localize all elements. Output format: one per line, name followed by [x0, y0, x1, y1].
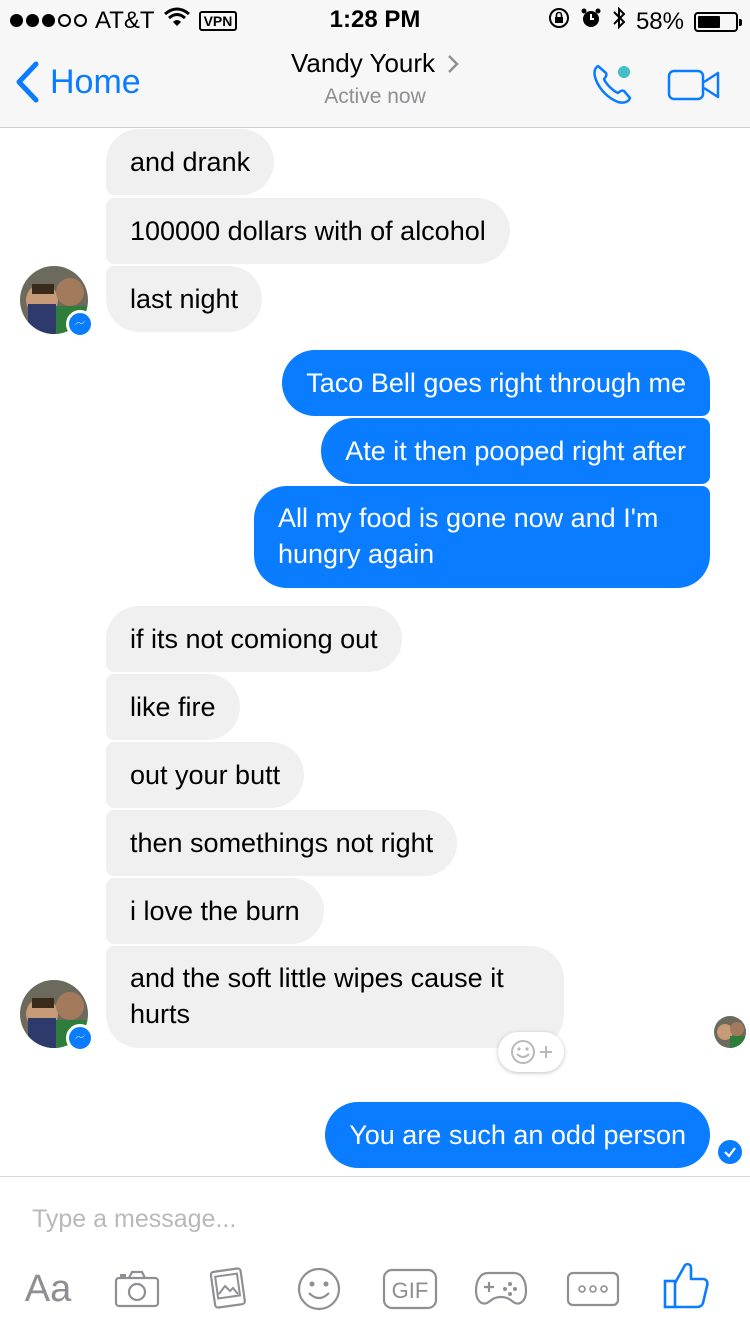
message-bubble-received[interactable]: out your butt	[106, 742, 305, 808]
message-bubble-received[interactable]: 100000 dollars with of alcohol	[106, 198, 510, 264]
camera-icon	[114, 1270, 160, 1308]
gif-label: GIF	[392, 1278, 429, 1303]
more-button[interactable]	[566, 1265, 620, 1313]
orientation-lock-icon	[548, 7, 570, 36]
message-bubble-received[interactable]: and the soft little wipes cause it hurts	[106, 946, 564, 1048]
message-bubble-sent[interactable]: Ate it then pooped right after	[321, 418, 710, 484]
gif-button[interactable]: GIF	[382, 1265, 438, 1313]
message-bubble-sent[interactable]: Taco Bell goes right through me	[282, 350, 710, 416]
games-button[interactable]	[474, 1265, 528, 1313]
message-bubble-received[interactable]: i love the burn	[106, 878, 324, 944]
delivered-check-icon	[718, 1140, 742, 1164]
plus-icon	[540, 1046, 552, 1058]
message-bubble-received[interactable]: like fire	[106, 674, 240, 740]
camera-button[interactable]	[112, 1265, 162, 1313]
thumbs-up-icon	[663, 1262, 709, 1309]
voice-call-button[interactable]	[588, 60, 640, 108]
messenger-badge-icon	[66, 1024, 94, 1052]
messenger-badge-icon	[66, 310, 94, 338]
like-button[interactable]	[662, 1259, 710, 1311]
emoji-button[interactable]	[296, 1265, 342, 1313]
emoji-icon	[511, 1040, 535, 1064]
gif-icon: GIF	[382, 1268, 438, 1310]
message-bubble-received[interactable]: if its not comiong out	[106, 606, 402, 672]
alarm-icon	[580, 7, 602, 36]
text-button[interactable]: Aa	[20, 1265, 76, 1313]
message-bubble-received[interactable]: then somethings not right	[106, 810, 458, 876]
message-bubble-received[interactable]: and drank	[106, 129, 275, 195]
message-input[interactable]	[32, 1199, 712, 1239]
emoji-icon	[297, 1267, 341, 1311]
message-bubble-received[interactable]: last night	[106, 266, 263, 332]
message-bubble-sent[interactable]: You are such an odd person	[325, 1102, 710, 1168]
add-reaction-button[interactable]	[498, 1032, 564, 1072]
battery-percent: 58%	[635, 7, 684, 35]
more-icon	[566, 1271, 620, 1307]
phone-icon	[593, 64, 632, 104]
conversation-header: Home Vandy Yourk Active now	[0, 40, 750, 128]
photo-icon	[209, 1267, 246, 1309]
contact-name: Vandy Yourk	[290, 48, 436, 78]
video-call-button[interactable]	[666, 66, 722, 106]
bluetooth-icon	[612, 6, 626, 37]
status-bar: AT&T VPN 1:28 PM 58%	[0, 0, 750, 40]
seen-avatar	[714, 1016, 746, 1048]
game-controller-icon	[474, 1271, 528, 1305]
battery-icon	[694, 11, 742, 32]
message-bubble-sent[interactable]: All my food is gone now and I'm hungry a…	[254, 486, 710, 588]
message-composer: Aa GIF	[0, 1176, 750, 1334]
photo-button[interactable]	[204, 1265, 252, 1313]
video-camera-icon	[667, 69, 720, 101]
chevron-right-icon	[448, 54, 459, 73]
